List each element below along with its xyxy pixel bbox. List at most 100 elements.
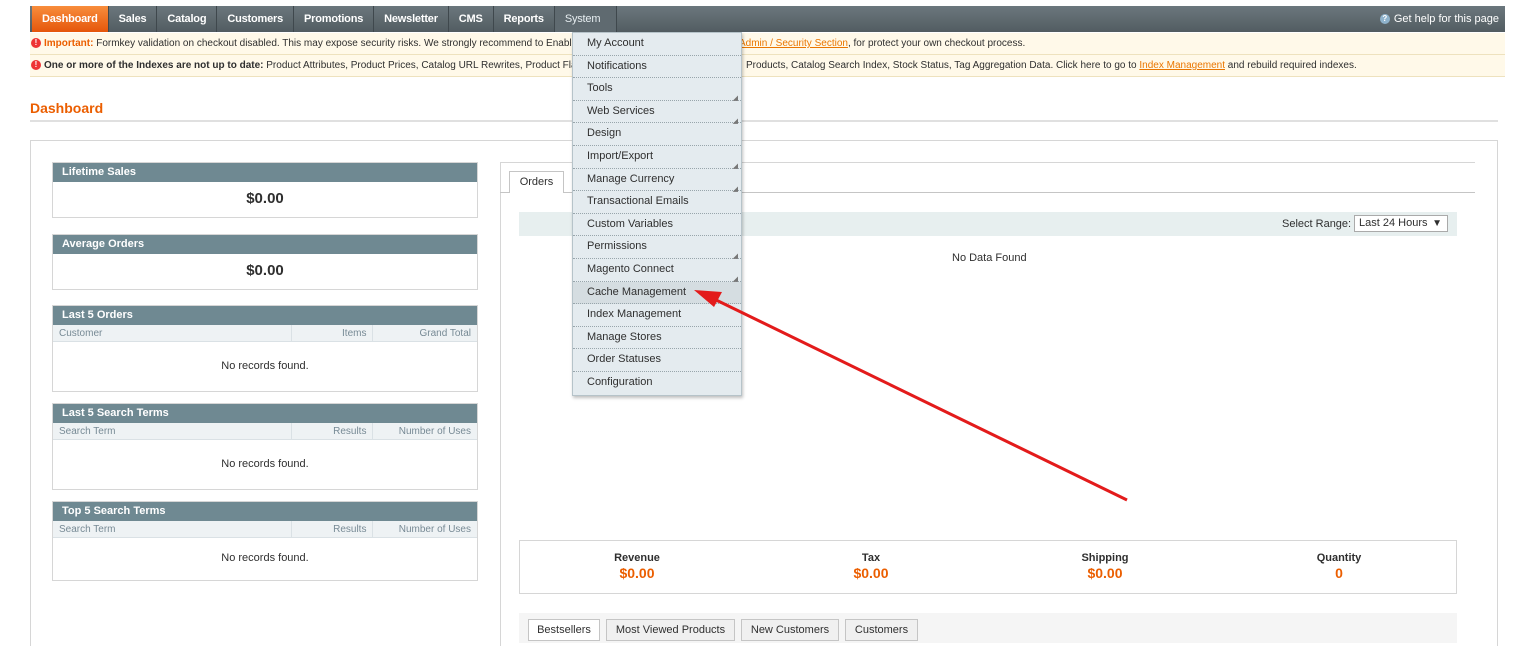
col-results[interactable]: Results	[292, 423, 374, 439]
notice-tail: and rebuild required indexes.	[1225, 60, 1357, 71]
help-link[interactable]: ? Get help for this page	[1379, 6, 1499, 32]
menu-item-manage-stores[interactable]: Manage Stores	[573, 327, 741, 350]
menu-item-tools[interactable]: Tools ◢	[573, 78, 741, 102]
menu-item-label: Design	[587, 127, 622, 140]
total-value: $0.00	[1087, 565, 1123, 581]
col-grand-total[interactable]: Grand Total	[373, 325, 477, 341]
nav-item-dashboard[interactable]: Dashboard	[32, 6, 109, 32]
total-label: Quantity	[1316, 552, 1362, 564]
col-customer[interactable]: Customer	[53, 325, 292, 341]
menu-item-configuration[interactable]: Configuration	[573, 372, 741, 395]
grid-header: Search Term Results Number of Uses	[53, 521, 477, 538]
tab-orders[interactable]: Orders	[509, 171, 564, 193]
col-search-term[interactable]: Search Term	[53, 423, 292, 439]
total-value: $0.00	[853, 565, 889, 581]
no-data-message: No Data Found	[952, 252, 1027, 264]
index-notice: ! One or more of the Indexes are not up …	[30, 55, 1505, 77]
box-title: Average Orders	[53, 235, 477, 254]
menu-item-label: Configuration	[587, 375, 653, 388]
nav-item-sales[interactable]: Sales	[109, 6, 158, 32]
dropdown-caret-icon: ▼	[1432, 218, 1442, 229]
empty-message: No records found.	[221, 458, 309, 470]
col-items[interactable]: Items	[292, 325, 374, 341]
menu-item-label: Cache Management	[587, 285, 687, 298]
range-select-value: Last 24 Hours	[1359, 217, 1428, 229]
menu-item-import-export[interactable]: Import/Export ◢	[573, 146, 741, 170]
average-orders-value: $0.00	[246, 262, 284, 279]
menu-item-order-statuses[interactable]: Order Statuses	[573, 349, 741, 372]
tab-customers[interactable]: Customers	[845, 619, 918, 641]
nav-item-reports[interactable]: Reports	[494, 6, 555, 32]
range-label: Select Range:	[1282, 218, 1352, 230]
nav-item-newsletter[interactable]: Newsletter	[374, 6, 449, 32]
empty-message: No records found.	[221, 552, 309, 564]
security-section-link[interactable]: Admin / Security Section	[739, 38, 848, 49]
totals-bar: Revenue $0.00 Tax $0.00 Shipping $0.00 Q…	[519, 540, 1457, 594]
nav-item-customers[interactable]: Customers	[217, 6, 295, 32]
menu-item-label: Magento Connect	[587, 262, 674, 275]
box-title: Top 5 Search Terms	[53, 502, 477, 521]
notice-text: Product Attributes, Product Prices, Cata…	[263, 60, 577, 71]
warning-icon: !	[31, 38, 41, 48]
total-tax: Tax $0.00	[754, 541, 988, 593]
nav-item-promotions[interactable]: Promotions	[294, 6, 375, 32]
box-title: Lifetime Sales	[53, 163, 477, 182]
tab-most-viewed-products[interactable]: Most Viewed Products	[606, 619, 735, 641]
total-revenue: Revenue $0.00	[520, 541, 754, 593]
col-number-of-uses[interactable]: Number of Uses	[373, 423, 477, 439]
notice-mid: Products, Catalog Search Index, Stock St…	[746, 60, 1140, 71]
security-notice: ! Important: Formkey validation on check…	[30, 33, 1505, 55]
menu-item-label: Import/Export	[587, 149, 654, 162]
warning-icon: !	[31, 60, 41, 70]
total-label: Shipping	[1081, 552, 1129, 564]
tab-bestsellers[interactable]: Bestsellers	[528, 619, 600, 641]
menu-item-label: Index Management	[587, 308, 682, 321]
last-orders-box: Last 5 Orders Customer Items Grand Total…	[52, 305, 478, 392]
empty-message: No records found.	[221, 360, 309, 372]
menu-item-cache-management[interactable]: Cache Management	[573, 281, 741, 305]
top-search-terms-box: Top 5 Search Terms Search Term Results N…	[52, 501, 478, 581]
menu-item-label: My Account	[587, 37, 644, 49]
help-link-label: Get help for this page	[1393, 13, 1499, 25]
menu-item-custom-variables[interactable]: Custom Variables	[573, 214, 741, 237]
range-select[interactable]: Last 24 Hours ▼	[1354, 215, 1448, 232]
menu-item-notifications[interactable]: Notifications	[573, 56, 741, 79]
menu-item-transactional-emails[interactable]: Transactional Emails	[573, 191, 741, 214]
total-shipping: Shipping $0.00	[988, 541, 1222, 593]
index-management-link[interactable]: Index Management	[1139, 60, 1225, 71]
grid-header: Search Term Results Number of Uses	[53, 423, 477, 440]
menu-item-web-services[interactable]: Web Services ◢	[573, 101, 741, 125]
help-icon: ?	[1379, 14, 1390, 24]
menu-item-manage-currency[interactable]: Manage Currency ◢	[573, 169, 741, 193]
grid-header: Customer Items Grand Total	[53, 325, 477, 342]
menu-item-design[interactable]: Design	[573, 123, 741, 146]
nav-item-system[interactable]: System	[554, 6, 617, 32]
system-menu-dropdown: My Account Notifications Tools ◢ Web Serv…	[572, 32, 742, 396]
top-navigation: Dashboard Sales Catalog Customers Promot…	[0, 0, 1525, 33]
nav-menu: Dashboard Sales Catalog Customers Promot…	[32, 6, 617, 32]
total-quantity: Quantity 0	[1222, 541, 1456, 593]
menu-item-label: Custom Variables	[587, 217, 673, 230]
menu-item-label: Transactional Emails	[587, 195, 689, 208]
menu-item-permissions[interactable]: Permissions ◢	[573, 236, 741, 260]
nav-item-catalog[interactable]: Catalog	[157, 6, 218, 32]
col-search-term[interactable]: Search Term	[53, 521, 292, 537]
total-label: Tax	[861, 552, 881, 564]
tab-new-customers[interactable]: New Customers	[741, 619, 839, 641]
menu-item-index-management[interactable]: Index Management	[573, 304, 741, 327]
nav-item-cms[interactable]: CMS	[449, 6, 494, 32]
menu-item-label: Tools	[587, 82, 613, 95]
menu-item-magento-connect[interactable]: Magento Connect ◢	[573, 259, 741, 283]
menu-item-label: Manage Currency	[587, 172, 675, 185]
col-results[interactable]: Results	[292, 521, 374, 537]
menu-item-label: Notifications	[587, 59, 647, 72]
average-orders-box: Average Orders $0.00	[52, 234, 478, 290]
total-value: $0.00	[619, 565, 655, 581]
notice-tail: , for protect your own checkout process.	[847, 38, 1026, 49]
last-search-terms-box: Last 5 Search Terms Search Term Results …	[52, 403, 478, 490]
title-divider	[30, 120, 1498, 122]
menu-item-label: Permissions	[587, 240, 647, 253]
menu-item-my-account[interactable]: My Account	[573, 33, 741, 56]
col-number-of-uses[interactable]: Number of Uses	[373, 521, 477, 537]
total-value: 0	[1335, 565, 1343, 581]
